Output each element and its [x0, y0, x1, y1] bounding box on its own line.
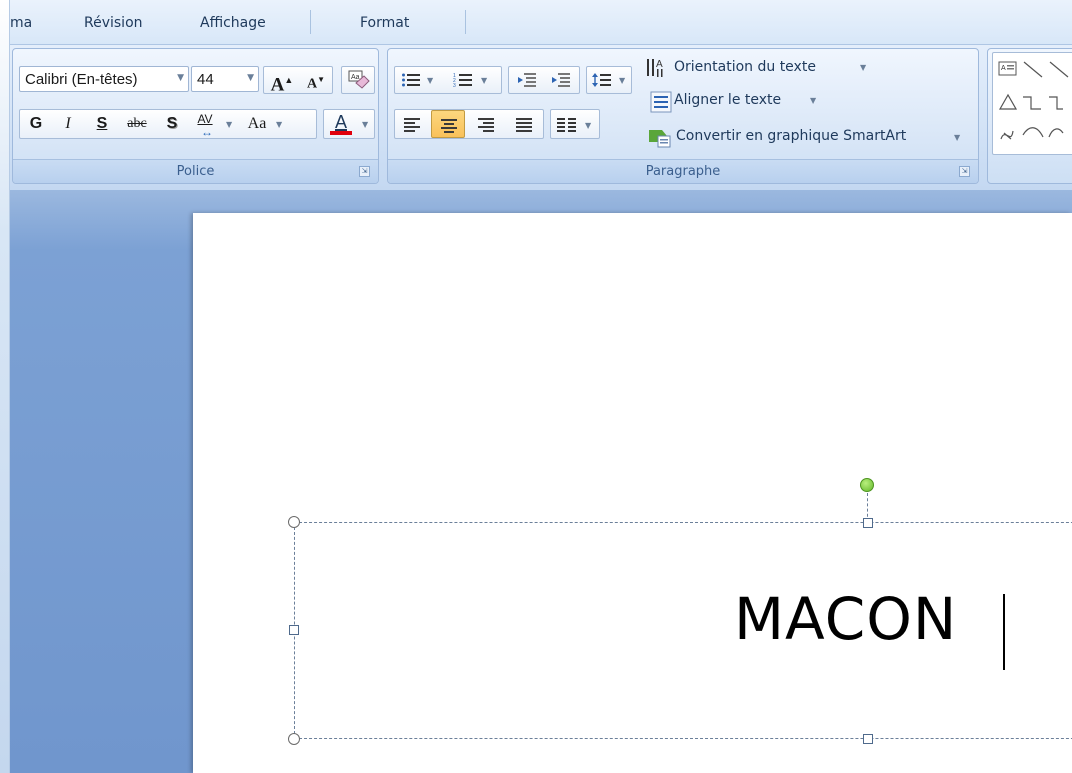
slide-workspace: MACON: [10, 190, 1072, 773]
justify-icon: [516, 118, 532, 132]
line-spacing-icon: [592, 73, 611, 87]
text-direction-button[interactable]: A Orientation du texte ▼: [644, 57, 964, 81]
underline-button[interactable]: S: [88, 111, 116, 137]
chevron-down-icon[interactable]: ▼: [427, 76, 433, 85]
chevron-down-icon: ▼: [860, 63, 867, 72]
indent-buttons: [508, 66, 580, 94]
shrink-font-label: A: [306, 76, 318, 92]
svg-text:A: A: [1001, 65, 1006, 72]
eraser-icon: Aa: [348, 70, 370, 89]
increase-indent-icon[interactable]: [551, 72, 571, 88]
shadow-button[interactable]: S: [158, 111, 186, 137]
align-center-button[interactable]: [431, 110, 465, 138]
change-case-button[interactable]: Aa: [240, 111, 274, 137]
clear-formatting-button[interactable]: Aa: [341, 66, 375, 94]
font-color-swatch: [330, 131, 352, 135]
tab-affichage[interactable]: Affichage: [200, 15, 266, 31]
smartart-icon: [649, 130, 671, 148]
rotation-handle[interactable]: [860, 478, 874, 492]
font-color-button[interactable]: A ▼: [323, 109, 375, 139]
columns-button[interactable]: ▼: [550, 109, 600, 139]
font-size-value: 44: [197, 71, 214, 88]
resize-handle-top[interactable]: [863, 518, 873, 528]
window-left-frame: [0, 0, 10, 773]
tab-revision[interactable]: Révision: [84, 15, 143, 31]
align-right-icon: [478, 118, 494, 132]
chevron-down-icon: ▼: [585, 121, 592, 130]
line-spacing-button[interactable]: ▼: [586, 66, 632, 94]
resize-handle-top-left[interactable]: [288, 516, 300, 528]
paragraph-group: ▼ 1 2 3 ▼ ▼ ▼ A Orientation du texte ▼ A…: [387, 48, 979, 184]
align-left-button[interactable]: [395, 110, 429, 138]
chevron-down-icon[interactable]: ▼: [362, 120, 368, 129]
shapes-gallery-icons: A: [998, 61, 1069, 140]
convert-smartart-label: Convertir en graphique SmartArt: [676, 128, 907, 144]
align-text-label: Aligner le texte: [674, 92, 782, 108]
drawing-group: A: [987, 48, 1072, 184]
justify-button[interactable]: [507, 110, 541, 138]
tab-animations[interactable]: ma: [10, 15, 32, 31]
text-cursor: [1003, 594, 1005, 670]
italic-button[interactable]: I: [54, 111, 82, 137]
align-right-button[interactable]: [469, 110, 503, 138]
bold-button[interactable]: G: [22, 111, 50, 137]
svg-text:Aa: Aa: [351, 74, 360, 81]
grow-font-button[interactable]: A▲: [266, 67, 298, 98]
font-group: Calibri (En-têtes) ▼ 44 ▼ A▲ A▼ Aa G I S…: [12, 48, 379, 184]
bullet-list-icon[interactable]: [401, 72, 421, 88]
text-direction-icon: A: [647, 59, 663, 77]
columns-icon: [557, 118, 576, 132]
chevron-down-icon[interactable]: ▼: [481, 76, 487, 85]
tab-separator: [310, 10, 311, 34]
align-left-icon: [404, 118, 420, 132]
font-format-buttons: G I S abc S AV ↔ ▼ Aa ▼: [19, 109, 317, 139]
text-direction-label: Orientation du texte: [674, 59, 816, 75]
ribbon-tab-bar: ma Révision Affichage Format: [10, 0, 1072, 44]
resize-handle-bottom[interactable]: [863, 734, 873, 744]
font-name-value: Calibri (En-têtes): [25, 71, 138, 88]
chevron-down-icon[interactable]: ▼: [226, 120, 232, 129]
align-text-icon: [650, 91, 672, 113]
grow-font-label: A: [270, 74, 285, 96]
svg-text:3: 3: [453, 83, 456, 88]
list-buttons: ▼ 1 2 3 ▼: [394, 66, 502, 94]
tab-format[interactable]: Format: [360, 15, 409, 31]
dialog-launcher-icon[interactable]: ⇲: [959, 166, 970, 177]
svg-text:A: A: [656, 59, 663, 70]
dialog-launcher-icon[interactable]: ⇲: [359, 166, 370, 177]
chevron-down-icon[interactable]: ▼: [177, 73, 184, 83]
slide-title-text[interactable]: MACON: [734, 585, 957, 653]
chevron-down-icon[interactable]: ▼: [276, 120, 282, 129]
spacing-arrows-icon: ↔: [201, 125, 213, 139]
tab-separator: [465, 10, 466, 34]
align-center-icon: [441, 119, 457, 133]
decrease-indent-icon[interactable]: [517, 72, 537, 88]
font-size-combo[interactable]: 44 ▼: [191, 66, 259, 92]
resize-handle-left[interactable]: [289, 625, 299, 635]
shapes-gallery[interactable]: A: [992, 52, 1072, 155]
convert-smartart-button[interactable]: Convertir en graphique SmartArt ▼: [644, 125, 974, 149]
numbered-list-icon[interactable]: 1 2 3: [453, 72, 473, 88]
chevron-down-icon: ▼: [810, 96, 817, 105]
paragraph-group-label: Paragraphe: [388, 159, 978, 183]
resize-handle-bottom-left[interactable]: [288, 733, 300, 745]
slide-canvas[interactable]: MACON: [193, 213, 1072, 773]
chevron-down-icon: ▼: [954, 133, 961, 142]
chevron-down-icon[interactable]: ▼: [247, 73, 254, 83]
strikethrough-button[interactable]: abc: [120, 111, 154, 137]
ribbon: Calibri (En-têtes) ▼ 44 ▼ A▲ A▼ Aa G I S…: [10, 44, 1072, 190]
alignment-buttons: [394, 109, 544, 139]
font-name-combo[interactable]: Calibri (En-têtes) ▼: [19, 66, 189, 92]
chevron-down-icon: ▼: [619, 76, 626, 85]
font-group-label: Police: [13, 159, 378, 183]
align-text-button[interactable]: Aligner le texte ▼: [644, 89, 964, 113]
shrink-font-button[interactable]: A▼: [300, 67, 332, 98]
grow-shrink-font-group: A▲ A▼: [263, 66, 333, 95]
